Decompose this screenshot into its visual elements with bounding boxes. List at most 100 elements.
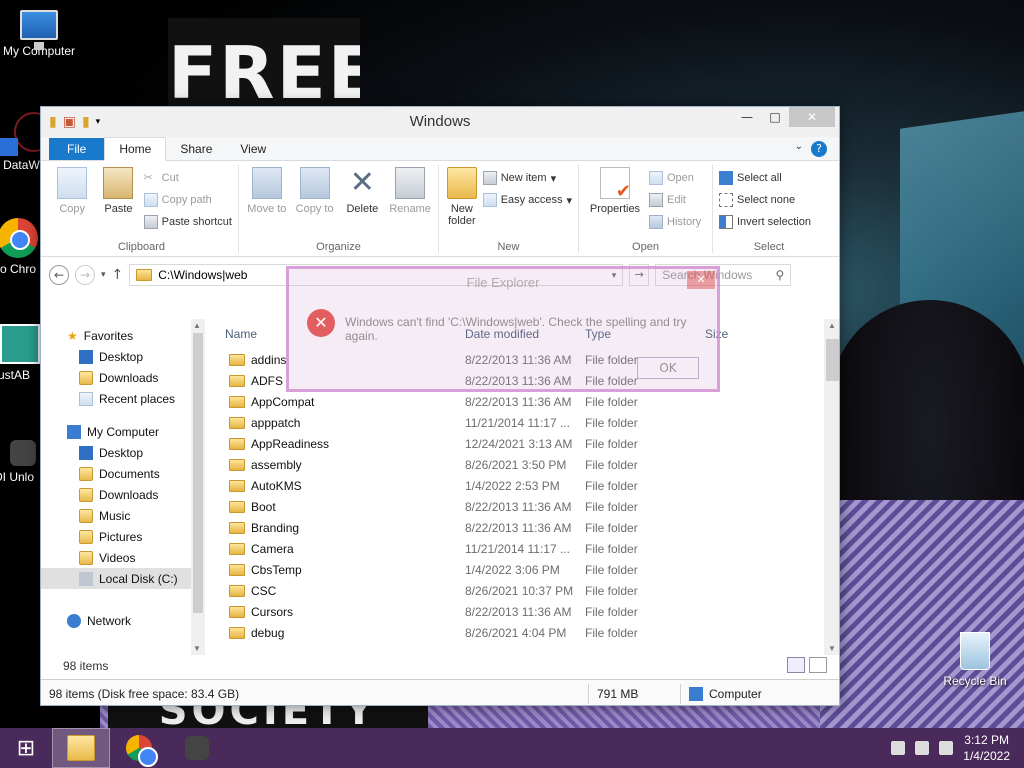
close-button[interactable]: ✕	[789, 107, 835, 127]
edit-button[interactable]: Edit	[649, 191, 701, 209]
nav-pictures[interactable]: Pictures	[41, 526, 205, 547]
new-folder-button[interactable]: New folder	[445, 165, 479, 253]
table-row[interactable]: AppReadiness 12/24/2021 3:13 AM File folde…	[205, 433, 839, 454]
desktop-icon-iobit[interactable]: IOI Unlo	[0, 440, 38, 484]
row-date: 8/22/2013 11:36 AM	[465, 604, 572, 619]
desktop-icon-chrome[interactable]: Goo Chro	[0, 218, 40, 276]
desktop-icon-my-computer[interactable]: My Computer	[0, 10, 84, 58]
folder-icon	[229, 479, 245, 492]
group-label-clipboard: Clipboard	[117, 241, 166, 253]
nav-network[interactable]: Network	[41, 610, 205, 631]
paste-label: Paste	[104, 203, 133, 215]
scroll-up-icon[interactable]: ▲	[193, 321, 201, 330]
nav-documents[interactable]: Documents	[41, 463, 205, 484]
scrollbar-thumb[interactable]	[193, 333, 203, 613]
scrollbar-thumb[interactable]	[826, 339, 839, 381]
recent-places-icon	[79, 391, 93, 406]
taskbar-unlocker[interactable]	[168, 728, 226, 768]
table-row[interactable]: debug 8/26/2021 4:04 PM File folder	[205, 622, 839, 643]
network-icon[interactable]	[915, 741, 930, 755]
maximize-button[interactable]: □	[761, 107, 789, 127]
select-none-button[interactable]: Select none	[719, 191, 811, 209]
table-row[interactable]: Cursors 8/22/2013 11:36 AM File folder	[205, 601, 839, 622]
copy-to-button[interactable]: Copy to	[293, 165, 337, 253]
nav-favorites-downloads[interactable]: Downloads	[41, 367, 205, 388]
help-icon[interactable]: ?	[811, 141, 827, 157]
volume-muted-icon[interactable]	[939, 741, 954, 755]
copy-path-button[interactable]: Copy path	[143, 191, 232, 209]
tab-share[interactable]: Share	[166, 138, 226, 160]
rename-button[interactable]: Rename	[388, 165, 432, 253]
title-bar[interactable]: ▮ ▣ ▮ ▾ Windows — □ ✕	[41, 107, 839, 137]
scroll-down-icon[interactable]: ▼	[828, 644, 836, 653]
delete-button[interactable]: ✕ Delete	[341, 165, 385, 253]
nav-favorites[interactable]: ★ Favorites	[41, 325, 205, 346]
up-arrow-icon[interactable]: ↑	[112, 267, 124, 283]
nav-videos[interactable]: Videos	[41, 547, 205, 568]
properties-button[interactable]: Properties	[585, 165, 645, 253]
unlocker-icon	[185, 736, 209, 760]
table-row[interactable]: apppatch 11/21/2014 11:17 ... File folder	[205, 412, 839, 433]
new-folder-icon[interactable]: ▮	[82, 114, 90, 130]
open-button[interactable]: Open	[649, 169, 701, 187]
paste-shortcut-icon	[143, 215, 158, 229]
minimize-button[interactable]: —	[733, 107, 761, 127]
table-row[interactable]: Boot 8/22/2013 11:36 AM File folder	[205, 496, 839, 517]
dialog-close-button[interactable]: ✕	[687, 271, 715, 289]
scroll-up-icon[interactable]: ▲	[828, 321, 836, 330]
nav-computer-downloads[interactable]: Downloads	[41, 484, 205, 505]
back-button[interactable]: ←	[49, 265, 69, 285]
start-button[interactable]: ⊞	[0, 728, 52, 768]
easy-access-button[interactable]: Easy access ▾	[482, 191, 572, 209]
row-name-text: Camera	[251, 541, 294, 556]
nav-local-disk[interactable]: Local Disk (C:)	[41, 568, 205, 589]
table-row[interactable]: AutoKMS 1/4/2022 2:53 PM File folder	[205, 475, 839, 496]
taskbar-file-explorer[interactable]	[52, 728, 110, 768]
tab-file[interactable]: File	[49, 138, 105, 160]
history-button[interactable]: History	[649, 213, 701, 231]
clock[interactable]: 3:12 PM 1/4/2022	[963, 732, 1010, 764]
nav-favorites-desktop[interactable]: Desktop	[41, 346, 205, 367]
chevron-down-icon[interactable]: ▾	[96, 117, 101, 127]
large-icons-view-icon[interactable]	[809, 657, 827, 673]
table-row[interactable]: CSC 8/26/2021 10:37 PM File folder	[205, 580, 839, 601]
nav-music[interactable]: Music	[41, 505, 205, 526]
paste-shortcut-button[interactable]: Paste shortcut	[143, 213, 232, 231]
table-row[interactable]: AppCompat 8/22/2013 11:36 AM File folder	[205, 391, 839, 412]
recent-locations-icon[interactable]: ▾	[101, 270, 106, 280]
details-view-icon[interactable]	[787, 657, 805, 673]
properties-icon[interactable]: ▣	[63, 114, 76, 130]
desktop-icon-recycle-bin[interactable]: Recycle Bin	[930, 632, 1020, 688]
forward-button[interactable]: →	[75, 265, 95, 285]
tab-view[interactable]: View	[226, 138, 280, 160]
select-all-icon	[719, 171, 733, 185]
copy-button[interactable]: Copy	[51, 165, 93, 253]
row-name: AutoKMS	[205, 479, 465, 493]
table-row[interactable]: assembly 8/26/2021 3:50 PM File folder	[205, 454, 839, 475]
nav-computer-desktop[interactable]: Desktop	[41, 442, 205, 463]
desktop-icon-justab[interactable]: JustAB	[0, 324, 42, 382]
dialog-ok-button[interactable]: OK	[637, 357, 699, 379]
new-item-button[interactable]: New item ▾	[482, 169, 572, 187]
paste-button[interactable]: Paste	[97, 165, 139, 253]
table-row[interactable]: CbsTemp 1/4/2022 3:06 PM File folder	[205, 559, 839, 580]
invert-selection-button[interactable]: Invert selection	[719, 213, 811, 231]
folder-icon[interactable]: ▮	[49, 114, 57, 130]
select-all-button[interactable]: Select all	[719, 169, 811, 187]
move-to-button[interactable]: Move to	[245, 165, 289, 253]
table-row[interactable]: Camera 11/21/2014 11:17 ... File folder	[205, 538, 839, 559]
action-center-flag-icon[interactable]	[891, 741, 906, 755]
file-list-scrollbar[interactable]: ▲ ▼	[824, 319, 839, 655]
dialog-title: File Explorer	[466, 275, 540, 290]
taskbar-chrome[interactable]	[110, 728, 168, 768]
scroll-down-icon[interactable]: ▼	[193, 644, 201, 653]
table-row[interactable]: Branding 8/22/2013 11:36 AM File folder	[205, 517, 839, 538]
cut-button[interactable]: ✂ Cut	[144, 169, 232, 187]
invert-selection-icon	[719, 215, 733, 229]
nav-recent-places[interactable]: Recent places	[41, 388, 205, 409]
tab-home[interactable]: Home	[104, 137, 167, 161]
nav-my-computer[interactable]: My Computer	[41, 421, 205, 442]
nav-scrollbar[interactable]: ▲ ▼	[191, 319, 205, 655]
desktop-icon	[79, 445, 93, 460]
chevron-down-icon[interactable]: ⌄	[795, 141, 803, 152]
